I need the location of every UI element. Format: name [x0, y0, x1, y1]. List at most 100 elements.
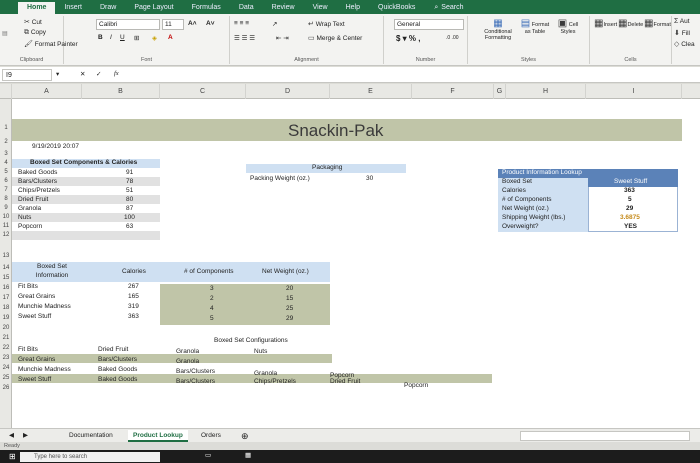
config-name[interactable]: Munchie Madness [18, 365, 71, 375]
row-header[interactable]: 2 [0, 139, 12, 145]
config-item[interactable]: Bars/Clusters [176, 377, 215, 387]
autosum-button[interactable]: Σ Aut [674, 18, 690, 25]
decrease-font-icon[interactable]: A˅ [206, 20, 215, 27]
underline-button[interactable]: U [120, 34, 125, 41]
tab-formulas[interactable]: Formulas [183, 2, 230, 14]
info-calories[interactable]: 319 [128, 302, 139, 312]
config-item[interactable]: Granola [176, 347, 199, 357]
col-header-i[interactable]: I [586, 84, 682, 99]
row-header[interactable]: 26 [0, 385, 12, 391]
fill-color-icon[interactable]: ◈ [152, 34, 157, 42]
cell-styles-button[interactable]: ▣ Cell Styles [554, 18, 582, 35]
tab-home[interactable]: Home [18, 2, 56, 14]
config-item[interactable]: Bars/Clusters [176, 367, 215, 377]
row-header[interactable]: 4 [0, 160, 12, 166]
add-sheet-icon[interactable]: ⊕ [236, 430, 254, 442]
sheet-tab-orders[interactable]: Orders [196, 430, 226, 442]
row-header[interactable]: 18 [0, 305, 12, 311]
info-name[interactable]: Fit Bits [18, 282, 38, 292]
info-weight[interactable]: 15 [286, 294, 293, 304]
tab-insert[interactable]: Insert [55, 2, 91, 14]
config-item[interactable]: Nuts [254, 347, 267, 357]
italic-button[interactable]: I [110, 34, 112, 41]
packing-weight-value[interactable]: 30 [366, 174, 373, 184]
col-header-d[interactable]: D [246, 84, 330, 99]
row-header[interactable]: 6 [0, 178, 12, 184]
paste-button[interactable]: ▤ [2, 30, 8, 37]
cut-button[interactable]: ✂ Cut [24, 18, 42, 26]
info-components[interactable]: 4 [210, 304, 214, 314]
row-header[interactable]: 21 [0, 335, 12, 341]
merge-center-button[interactable]: ▭ Merge & Center [308, 34, 362, 42]
taskbar-app-icon[interactable]: ▦ [240, 450, 256, 462]
number-format-select[interactable]: General [394, 19, 464, 30]
wrap-text-button[interactable]: ↵ Wrap Text [308, 20, 345, 28]
delete-cells-button[interactable]: ▦Delete [618, 18, 643, 29]
row-header[interactable]: 16 [0, 285, 12, 291]
sheet-nav-prev-icon[interactable]: ◀ [4, 430, 19, 442]
row-header[interactable]: 14 [0, 265, 12, 271]
windows-start-icon[interactable]: ⊞ [4, 451, 21, 463]
row-header[interactable]: 22 [0, 345, 12, 351]
align-top-icon[interactable]: ≡ ≡ ≡ [234, 20, 249, 27]
config-item[interactable]: Granola [176, 357, 199, 367]
row-header[interactable]: 5 [0, 169, 12, 175]
format-cells-button[interactable]: ▦Format [644, 18, 671, 29]
enter-icon[interactable]: ✓ [96, 70, 101, 78]
name-box-dropdown-icon[interactable]: ▾ [56, 70, 59, 78]
info-weight[interactable]: 20 [286, 284, 293, 294]
row-header[interactable]: 24 [0, 365, 12, 371]
cancel-icon[interactable]: ✕ [80, 70, 85, 78]
tab-view[interactable]: View [304, 2, 337, 14]
currency-icon[interactable]: $ ▾ % , [396, 34, 420, 43]
col-header-g[interactable]: G [494, 84, 506, 99]
formula-input[interactable] [130, 70, 690, 80]
config-item[interactable]: Dried Fruit [98, 345, 128, 355]
config-name[interactable]: Sweet Stuff [18, 375, 51, 385]
increase-font-icon[interactable]: A˄ [188, 20, 197, 27]
copy-button[interactable]: ⧉ Copy [24, 29, 46, 37]
conditional-formatting-button[interactable]: ▦ Conditional Formatting [480, 18, 516, 41]
orientation-icon[interactable]: ↗ [272, 20, 277, 28]
row-header[interactable]: 20 [0, 325, 12, 331]
indent-icon[interactable]: ⇤ ⇥ [276, 34, 289, 42]
info-components[interactable]: 3 [210, 284, 214, 294]
horizontal-scrollbar[interactable] [520, 431, 690, 441]
info-name[interactable]: Great Grains [18, 292, 55, 302]
config-name[interactable]: Great Grains [18, 355, 55, 365]
format-as-table-button[interactable]: ▤ Format as Table [520, 18, 550, 35]
config-item[interactable]: Baked Goods [98, 365, 137, 375]
config-name[interactable]: Fit Bits [18, 345, 38, 355]
tab-draw[interactable]: Draw [91, 2, 125, 14]
bold-button[interactable]: B [98, 34, 103, 41]
row-header[interactable]: 1 [0, 125, 12, 131]
config-item[interactable]: Popcorn [404, 381, 428, 391]
config-item[interactable]: Chips/Pretzels [254, 377, 296, 387]
taskbar-search-input[interactable]: Type here to search [20, 452, 160, 462]
select-all-corner[interactable] [0, 84, 12, 99]
config-item[interactable]: Dried Fruit [330, 377, 360, 387]
font-color-icon[interactable]: A [168, 34, 173, 41]
info-components[interactable]: 2 [210, 294, 214, 304]
tab-quickbooks[interactable]: QuickBooks [369, 2, 424, 14]
info-name[interactable]: Munchie Madness [18, 302, 71, 312]
align-left-icon[interactable]: ☰ ☰ ☰ [234, 34, 255, 42]
info-name[interactable]: Sweet Stuff [18, 312, 51, 322]
row-header[interactable]: 19 [0, 315, 12, 321]
col-header-f[interactable]: F [412, 84, 494, 99]
row-header[interactable]: 25 [0, 375, 12, 381]
col-header-c[interactable]: C [160, 84, 246, 99]
config-item[interactable]: Baked Goods [98, 375, 137, 385]
row-header[interactable]: 3 [0, 151, 12, 157]
info-weight[interactable]: 29 [286, 314, 293, 324]
insert-cells-button[interactable]: ▦Insert [594, 18, 617, 29]
task-view-icon[interactable]: ▭ [200, 450, 216, 462]
ribbon-search[interactable]: ⌕ Search [434, 2, 463, 14]
row-header[interactable]: 13 [0, 253, 12, 259]
sheet-tab-documentation[interactable]: Documentation [64, 430, 118, 442]
tab-review[interactable]: Review [263, 2, 304, 14]
borders-icon[interactable]: ⊞ [134, 34, 139, 42]
info-components[interactable]: 5 [210, 314, 214, 324]
row-header[interactable]: 10 [0, 214, 12, 220]
row-header[interactable]: 12 [0, 232, 12, 238]
